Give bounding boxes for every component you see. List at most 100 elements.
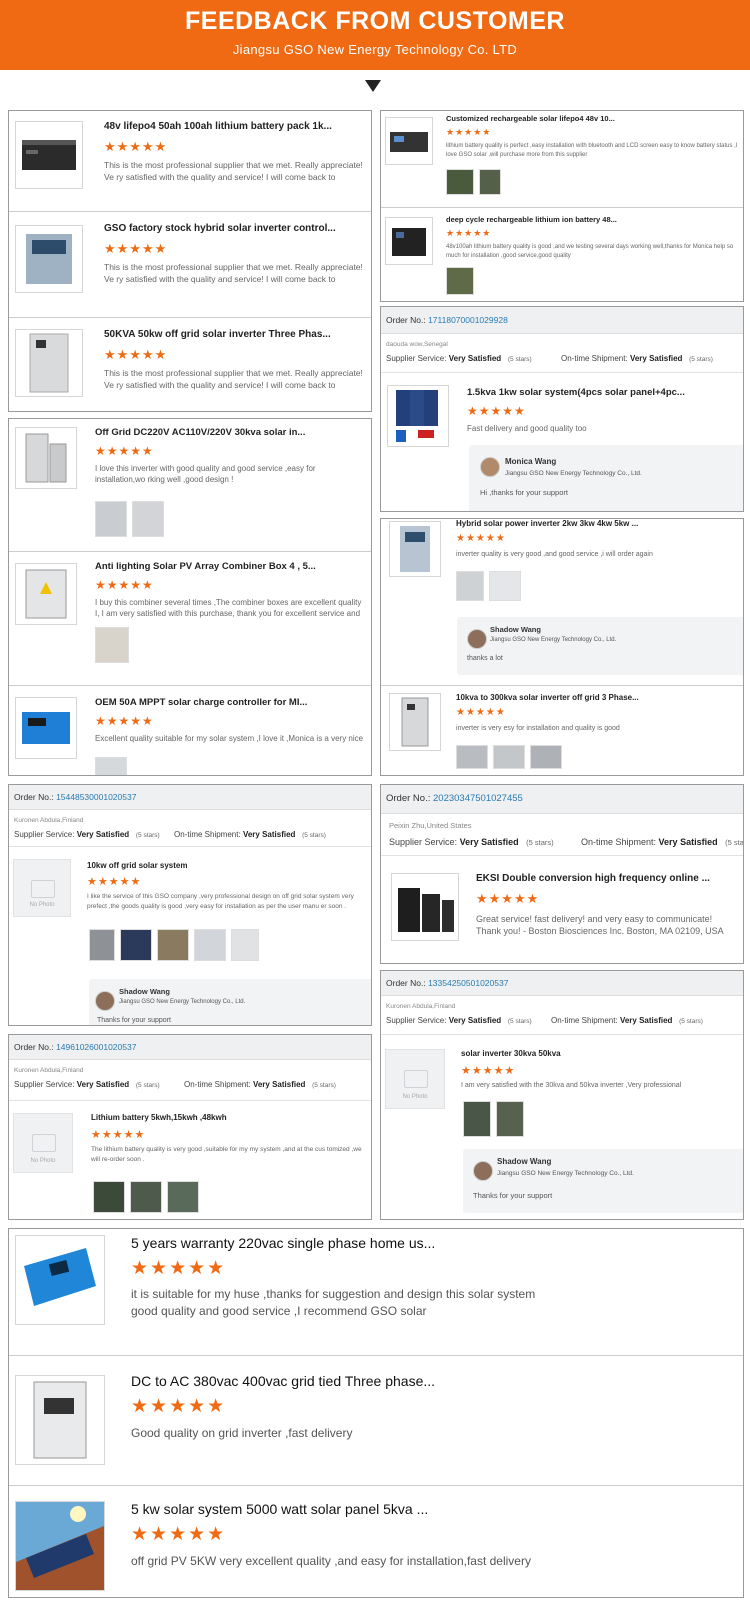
reply-name: Shadow Wang xyxy=(497,1157,552,1166)
review-item: Customized rechargeable solar lifepo4 48… xyxy=(381,111,743,211)
review-item: 10kva to 300kva solar inverter off grid … xyxy=(381,687,743,775)
product-title[interactable]: deep cycle rechargeable lithium ion batt… xyxy=(446,215,626,224)
product-title[interactable]: 48v lifepo4 50ah 100ah lithium battery p… xyxy=(104,121,354,132)
product-title[interactable]: Lithium battery 5kwh,15kwh ,48kwh xyxy=(91,1113,341,1122)
order-number[interactable]: 20230347501027455 xyxy=(433,793,523,804)
product-title[interactable]: 5 kw solar system 5000 watt solar panel … xyxy=(131,1501,551,1517)
hybrid-inverter-image xyxy=(15,225,83,293)
supplier-service-rating: Supplier Service: Very Satisfied (5 star… xyxy=(14,1080,160,1089)
review-photo[interactable] xyxy=(93,1181,125,1213)
supplier-service-rating: Supplier Service: Very Satisfied (5 star… xyxy=(386,354,532,363)
order-header: Order No.: 14961026001020537 xyxy=(9,1035,371,1060)
review-photos xyxy=(95,627,129,663)
divider xyxy=(9,1100,371,1101)
review-photo[interactable] xyxy=(89,929,115,961)
rating-stars: ★★★★★ xyxy=(131,1524,227,1545)
supplier-reply: Shadow Wang Jiangsu GSO New Energy Techn… xyxy=(463,1149,743,1213)
review-photo[interactable] xyxy=(167,1181,199,1213)
order-header: Order No.: 17118070001029928 xyxy=(381,307,743,334)
review-photo[interactable] xyxy=(132,501,164,537)
feedback-panel-f: Order No.: 15448530001020537 Kuronen Abd… xyxy=(8,784,372,1026)
review-photo[interactable] xyxy=(489,571,521,601)
review-photo[interactable] xyxy=(496,1101,524,1137)
feedback-panel-g: Order No.: 20230347501027455 Peixin Zhu,… xyxy=(380,784,744,964)
divider xyxy=(381,207,743,208)
review-photo[interactable] xyxy=(130,1181,162,1213)
rating-stars: ★★★★★ xyxy=(95,578,154,592)
product-title[interactable]: 5 years warranty 220vac single phase hom… xyxy=(131,1235,551,1251)
product-title[interactable]: DC to AC 380vac 400vac grid tied Three p… xyxy=(131,1373,551,1389)
ups-image xyxy=(391,873,459,941)
feedback-panel-d: Order No.: 17118070001029928 daouda wow,… xyxy=(380,306,744,512)
page-header: FEEDBACK FROM CUSTOMER Jiangsu GSO New E… xyxy=(0,0,750,70)
order-header: Order No.: 20230347501027455 xyxy=(381,785,743,814)
review-photo[interactable] xyxy=(530,745,562,769)
product-title[interactable]: Anti lighting Solar PV Array Combiner Bo… xyxy=(95,561,345,572)
review-photo[interactable] xyxy=(456,745,488,769)
review-text: inverter is very esy for installation an… xyxy=(456,725,620,732)
rating-stars: ★★★★★ xyxy=(476,891,540,906)
review-photo[interactable] xyxy=(493,745,525,769)
order-number[interactable]: 15448530001020537 xyxy=(56,792,136,802)
product-title[interactable]: EKSI Double conversion high frequency on… xyxy=(476,873,716,884)
order-number[interactable]: 13354250501020537 xyxy=(428,978,508,988)
rating-stars: ★★★★★ xyxy=(95,444,154,458)
review-text: I like the service of this GSO company ,… xyxy=(87,893,354,910)
divider xyxy=(9,846,371,847)
review-photo[interactable] xyxy=(446,169,474,195)
review-text: Great service! fast delivery! and very e… xyxy=(476,914,724,936)
review-photo[interactable] xyxy=(479,169,501,195)
review-photo[interactable] xyxy=(463,1101,491,1137)
charge-controller-image xyxy=(15,697,77,759)
review-text: I love this inverter with good quality a… xyxy=(95,464,316,484)
review-text: lithium battery quality is perfect ,easy… xyxy=(446,143,738,158)
review-item: deep cycle rechargeable lithium ion batt… xyxy=(381,211,743,301)
review-photo[interactable] xyxy=(120,929,152,961)
feedback-panel-b: Off Grid DC220V AC110V/220V 30kva solar … xyxy=(8,418,372,776)
review-photo[interactable] xyxy=(95,501,127,537)
product-title[interactable]: Hybrid solar power inverter 2kw 3kw 4kw … xyxy=(456,519,656,528)
review-text: This is the most professional supplier t… xyxy=(104,160,363,185)
buyer-name: Kuronen Abdula,Finland xyxy=(386,1003,456,1010)
review-item: 48v lifepo4 50ah 100ah lithium battery p… xyxy=(9,111,371,217)
review-item: DC to AC 380vac 400vac grid tied Three p… xyxy=(9,1357,743,1487)
review-photo[interactable] xyxy=(95,757,127,775)
review-text: This is the most professional supplier t… xyxy=(104,262,363,287)
product-title[interactable]: Off Grid DC220V AC110V/220V 30kva solar … xyxy=(95,427,345,438)
product-title[interactable]: 1.5kva 1kw solar system(4pcs solar panel… xyxy=(467,387,717,398)
image-placeholder-icon xyxy=(404,1070,428,1089)
product-title[interactable]: Customized rechargeable solar lifepo4 48… xyxy=(446,114,626,123)
product-title[interactable]: OEM 50A MPPT solar charge controller for… xyxy=(95,697,345,708)
rating-stars: ★★★★★ xyxy=(456,707,506,718)
review-photo[interactable] xyxy=(157,929,189,961)
rating-stars: ★★★★★ xyxy=(461,1065,516,1077)
buyer-name: Kuronen Abdula,Finland xyxy=(14,817,84,824)
divider xyxy=(9,211,371,212)
shipment-rating: On-time Shipment: Very Satisfied (5 star… xyxy=(174,830,326,839)
battery-rack-image xyxy=(15,121,83,189)
order-number[interactable]: 14961026001020537 xyxy=(56,1042,136,1052)
review-text: Good quality on grid inverter ,fast deli… xyxy=(131,1426,353,1440)
product-title[interactable]: solar inverter 30kva 50kva xyxy=(461,1049,711,1058)
product-title[interactable]: 10kva to 300kva solar inverter off grid … xyxy=(456,693,656,702)
reply-name: Shadow Wang xyxy=(119,987,170,996)
supplier-service-rating: Supplier Service: Very Satisfied (5 star… xyxy=(14,830,160,839)
supplier-service-rating: Supplier Service: Very Satisfied (5 star… xyxy=(389,837,554,847)
review-photos xyxy=(456,745,562,769)
review-photo[interactable] xyxy=(456,571,484,601)
arrow-down-icon xyxy=(365,80,381,92)
product-title[interactable]: 10kw off grid solar system xyxy=(87,861,337,870)
order-number[interactable]: 17118070001029928 xyxy=(428,315,508,325)
no-photo-placeholder: No Photo xyxy=(13,859,71,917)
product-title[interactable]: GSO factory stock hybrid solar inverter … xyxy=(104,223,354,234)
review-photo[interactable] xyxy=(95,627,129,663)
battery-image xyxy=(385,117,433,165)
review-photo[interactable] xyxy=(194,929,226,961)
no-photo-placeholder: No Photo xyxy=(385,1049,445,1109)
rating-stars: ★★★★★ xyxy=(446,228,492,238)
review-photos xyxy=(446,169,501,195)
review-photo[interactable] xyxy=(231,929,259,961)
review-photo[interactable] xyxy=(446,267,474,295)
reply-name: Monica Wang xyxy=(505,457,557,466)
product-title[interactable]: 50KVA 50kw off grid solar inverter Three… xyxy=(104,329,354,340)
